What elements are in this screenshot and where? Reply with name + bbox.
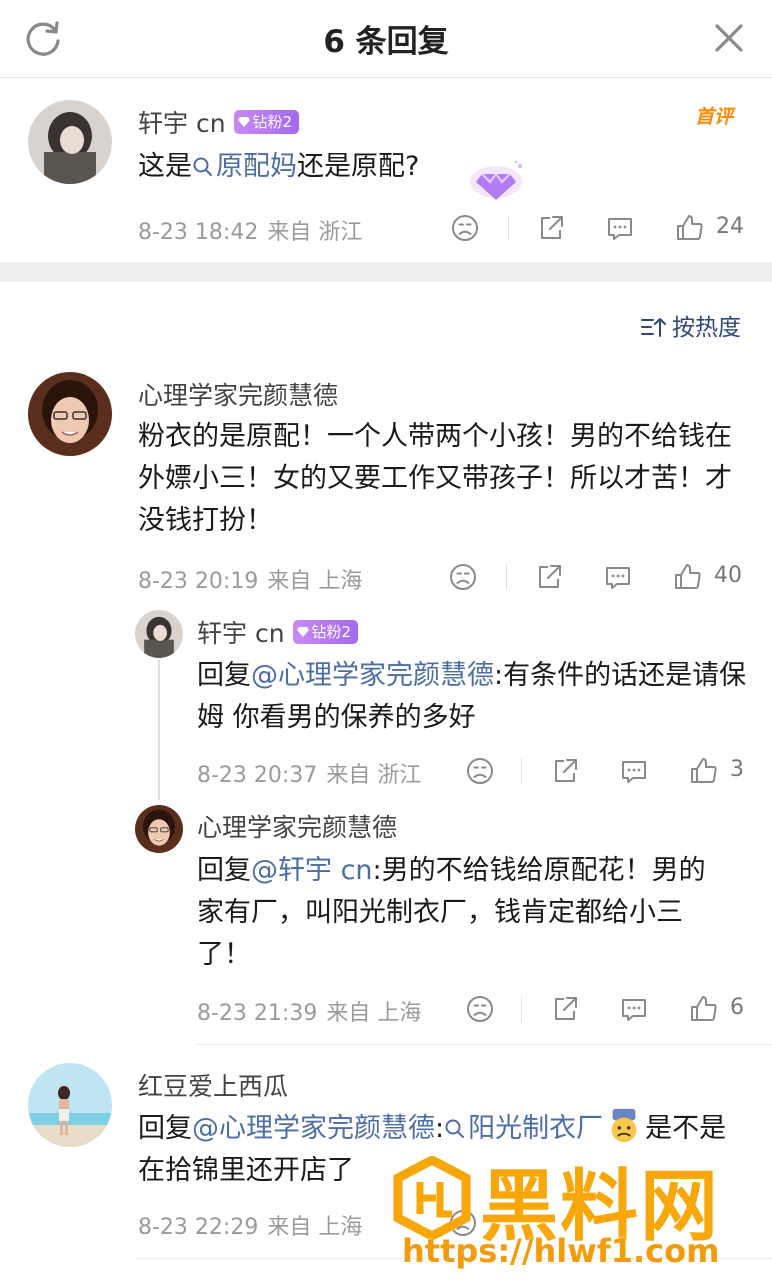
reply-meta: 8-23 20:37 来自 浙江 (197, 757, 421, 789)
like-icon[interactable] (671, 560, 705, 594)
comment-icon[interactable] (617, 992, 651, 1026)
reply-text: 回复@轩宇 cn:男的不给钱给原配花！男的家有厂，叫阳光制衣厂，钱肯定都给小三了… (197, 850, 727, 976)
avatar[interactable] (135, 610, 183, 658)
like-icon[interactable] (673, 211, 707, 245)
avatar[interactable] (28, 372, 112, 456)
comment-icon[interactable] (601, 560, 635, 594)
divider (521, 758, 522, 784)
timestamp: 8-23 20:19 (138, 569, 259, 594)
comment-meta: 8-23 20:19 来自 上海 (138, 563, 362, 595)
watermark: 黑料网 https://hlwf1.com (388, 1148, 772, 1280)
sort-icon (641, 318, 666, 337)
topic-text[interactable]: 阳光制衣厂 (468, 1113, 603, 1144)
topic-text[interactable]: 原配妈 (216, 151, 297, 182)
reply-header: 6 条回复 (0, 0, 772, 78)
mention-link[interactable]: @轩宇 cn (251, 855, 373, 886)
reply-colon: : (435, 1113, 445, 1144)
author-name[interactable]: 轩宇 cn (138, 109, 226, 138)
reply-meta: 8-23 21:39 来自 上海 (197, 995, 421, 1027)
section-divider (0, 262, 772, 282)
divider (521, 996, 522, 1022)
location: 来自 上海 (267, 1215, 363, 1240)
dislike-icon[interactable] (463, 992, 497, 1026)
reply-text: 回复@心理学家完颜慧德:有条件的话还是请保姆 你看男的保养的多好 (197, 655, 747, 739)
timestamp: 8-23 22:29 (138, 1215, 259, 1240)
dislike-icon[interactable] (463, 754, 497, 788)
like-count: 40 (714, 563, 742, 588)
thread-line (158, 660, 160, 800)
first-comment-tag: 首评 (695, 106, 734, 128)
location: 来自 上海 (326, 1001, 422, 1026)
reply-author[interactable]: 心理学家完颜慧德 (197, 808, 397, 844)
page-title: 6 条回复 (323, 24, 449, 60)
divider (506, 564, 507, 590)
reply-author[interactable]: 轩宇 cn 钻粉2 (197, 614, 359, 650)
gift-sticker-icon (470, 158, 526, 204)
author-name[interactable]: 轩宇 cn (197, 619, 285, 648)
comment-icon[interactable] (603, 211, 637, 245)
fan-badge: 钻粉2 (233, 110, 300, 134)
divider (508, 215, 509, 241)
watermark-logo-icon (393, 1156, 471, 1240)
share-icon[interactable] (548, 754, 582, 788)
like-count: 3 (730, 757, 744, 782)
divider (196, 1044, 772, 1045)
diamond-icon (296, 627, 309, 637)
emoji-sticker-icon (611, 1108, 637, 1143)
mention-link[interactable]: @心理学家完颜慧德 (192, 1113, 435, 1144)
sort-label[interactable]: 按热度 (672, 315, 741, 341)
like-icon[interactable] (687, 992, 721, 1026)
comment-meta: 8-23 22:29 来自 上海 (138, 1209, 362, 1241)
comment-meta: 8-23 18:42 来自 浙江 (138, 214, 362, 246)
badge-label: 钻粉2 (311, 623, 352, 641)
sort-by-heat-button[interactable]: 按热度 (640, 308, 741, 342)
reply-prefix: 回复 (138, 1113, 192, 1144)
comment-author[interactable]: 轩宇 cn 钻粉2 (138, 104, 300, 140)
badge-label: 钻粉2 (252, 113, 293, 131)
comment-author[interactable]: 心理学家完颜慧德 (138, 376, 338, 412)
comment-text-part: 这是 (138, 151, 192, 182)
reply-prefix: 回复 (197, 660, 251, 691)
timestamp: 8-23 20:37 (197, 763, 318, 788)
fan-badge: 钻粉2 (292, 620, 359, 644)
avatar[interactable] (28, 100, 112, 184)
avatar[interactable] (28, 1063, 112, 1147)
share-icon[interactable] (534, 211, 568, 245)
topic-link[interactable]: 阳光制衣厂 (444, 1113, 603, 1144)
comment-text-part: 还是原配? (297, 151, 420, 182)
mention-link[interactable]: @心理学家完颜慧德 (251, 660, 494, 691)
location: 来自 浙江 (326, 763, 422, 788)
location: 来自 上海 (267, 569, 363, 594)
location: 来自 浙江 (267, 220, 363, 245)
search-icon (193, 157, 212, 176)
share-icon[interactable] (548, 992, 582, 1026)
reply-prefix: 回复 (197, 855, 251, 886)
dislike-icon[interactable] (446, 560, 480, 594)
topic-link[interactable]: 原配妈 (192, 151, 297, 182)
close-icon[interactable] (708, 17, 750, 59)
comment-text: 粉衣的是原配！一个人带两个小孩！男的不给钱在外嫖小三！女的又要工作又带孩子！所以… (138, 421, 732, 536)
timestamp: 8-23 21:39 (197, 1001, 318, 1026)
diamond-icon (237, 117, 250, 127)
comment-icon[interactable] (617, 754, 651, 788)
share-icon[interactable] (532, 560, 566, 594)
watermark-url: https://hlwf1.com (402, 1232, 720, 1270)
search-icon (445, 1119, 465, 1138)
comment-author[interactable]: 红豆爱上西瓜 (138, 1067, 288, 1103)
like-count: 24 (716, 214, 744, 239)
like-icon[interactable] (687, 754, 721, 788)
like-count: 6 (730, 995, 744, 1020)
timestamp: 8-23 18:42 (138, 220, 259, 245)
dislike-icon[interactable] (448, 211, 482, 245)
avatar[interactable] (135, 805, 183, 853)
